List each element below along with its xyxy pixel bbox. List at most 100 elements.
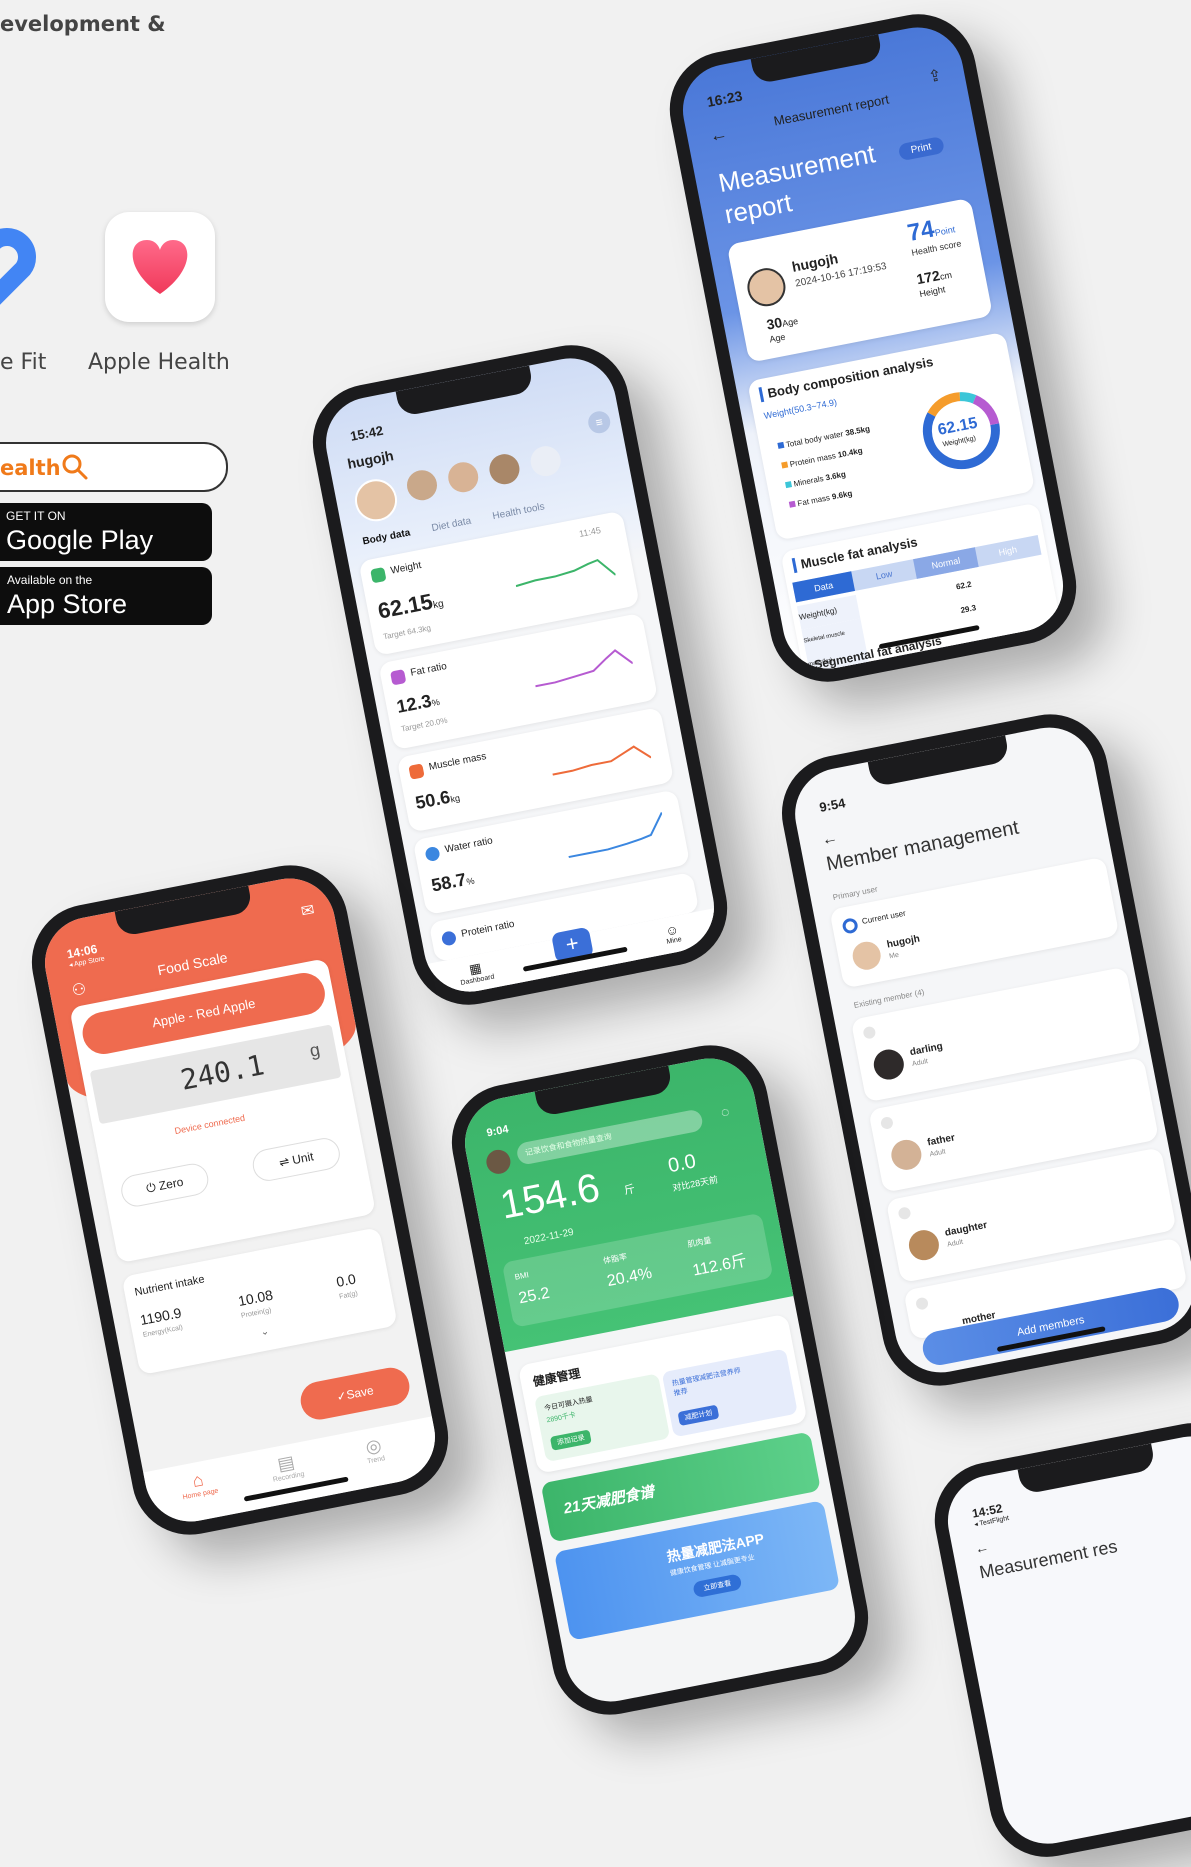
primary-label: Primary user [832,884,879,903]
nav-mine[interactable]: ☺ Mine [663,921,682,946]
google-play-small: GET IT ON [6,509,66,523]
promo-headline: evelopment & [0,12,166,36]
apple-health-app-icon[interactable] [105,212,215,322]
save-button[interactable]: ✓Save [297,1364,413,1423]
avatar [445,459,481,495]
google-play-big: Google Play [6,525,154,555]
header-user: hugojh [346,447,395,472]
metric-target: Target 20.0% [400,715,449,734]
status-time: 9:54 [818,795,847,815]
device-status: Device connected [173,1112,246,1137]
google-play-button[interactable]: GET IT ON Google Play [0,503,212,561]
muscle-sparkline [552,745,652,776]
app-store-big: App Store [7,589,128,619]
metric-name: Weight [389,559,423,577]
member-name: darling [908,1041,944,1059]
protein-value: 10.08 [236,1286,275,1310]
metric-name: Fat ratio [409,660,448,679]
phone-dashboard: 15:42 hugojh ≡ Body data Diet data Healt… [302,335,738,1015]
current-user-label: Current user [861,908,907,926]
chevron-down-icon[interactable]: ⌄ [260,1326,270,1338]
member-name: daughter [944,1219,989,1239]
avatar [850,939,884,973]
menu-icon[interactable]: ≡ [586,409,613,436]
section-title: Body composition analysis [758,353,935,403]
radio-icon [897,1206,912,1221]
fat-icon [389,669,407,686]
heart-icon [132,240,188,294]
zero-button[interactable]: ⏻ Zero [118,1160,212,1210]
fat-label: Fat(g) [338,1290,359,1301]
avatar [744,264,789,310]
phone-green-app: 9:04 记录饮食和食物热量查询 ◌ 154.6 斤 0.0 对比28天前 20… [441,1035,879,1725]
print-button[interactable]: Print [897,136,945,162]
age-value: 30Age Age [765,314,799,345]
avatar [871,1046,907,1083]
avatar [486,451,523,487]
apple-health-label: Apple Health [88,350,230,375]
phone-member-management: 9:54 ← Member management Primary user Cu… [771,704,1191,1396]
member-role: Adult [911,1058,929,1068]
scale-card: Apple - Red Apple 240.1 g Device connect… [69,958,377,1264]
weight-icon [370,566,387,584]
current-user-card[interactable]: Current user hugojh Me [829,856,1120,989]
bottom-nav: ⌂ Home page ▤ Recording ◎ Trend [143,1416,443,1530]
avatar [888,1137,924,1173]
avatar [528,443,564,479]
member-name: father [926,1132,956,1149]
water-icon [424,845,441,863]
back-arrow-icon[interactable]: ← [973,1538,990,1556]
tab-body-data[interactable]: Body data [362,527,412,547]
metric-value: 58.7% [429,869,476,896]
member-role: Adult [929,1148,947,1159]
metric-name: Protein ratio [460,918,516,940]
app-store-small: Available on the [7,573,93,587]
section-title: 健康管理 [531,1366,582,1390]
avatar [404,467,440,503]
recommend-panel[interactable]: 热量管理减肥法营养师推荐 减肥计划 [661,1348,798,1438]
tab-health-tools[interactable]: Health tools [492,501,546,522]
status-time: 15:42 [348,422,385,444]
metric-value: 12.3% [394,690,441,717]
avatar [351,475,401,525]
back-arrow-icon[interactable]: ← [708,123,730,147]
height-value: 172cm Height [915,267,953,300]
tab-diet-data[interactable]: Diet data [431,516,472,534]
phone-measurement-partial: 14:52 ◂ TestFlight ← Measurement res [924,1413,1191,1867]
report-heading: Measurement report [715,138,878,230]
metric-value: 62.15kg [375,588,445,624]
app-store-button[interactable]: Available on the App Store [0,567,212,625]
google-fit-label: e Fit [0,350,47,375]
page-title: Member management [824,816,1021,876]
metric-target: Target 64.3kg [382,623,432,642]
member-role: Me [888,951,900,961]
avatar [906,1227,942,1263]
nav-dashboard[interactable]: ▦ Dashboard [457,958,495,987]
phone-measurement-report: 16:23 ← Measurement report ⇪ Measurement… [659,4,1087,692]
search-icon[interactable] [60,452,90,482]
nutrient-title: Nutrient intake [133,1273,206,1299]
fat-value: 0.0 [334,1270,358,1290]
status-time: 16:23 [705,87,744,111]
share-icon[interactable]: ⇪ [926,65,943,87]
google-fit-app-icon[interactable] [0,212,55,322]
member-name: hugojh [885,933,921,951]
search-text: ealth [0,456,61,480]
water-sparkline [568,812,663,859]
body-composition-card: Body composition analysis Weight(50.3~74… [747,331,1036,541]
google-fit-heart-icon [0,228,36,305]
metric-time: 11:45 [578,525,602,540]
nav-trend[interactable]: ◎ Trend [363,1435,386,1466]
nav-home[interactable]: ⌂ Home page [178,1467,219,1501]
back-arrow-icon[interactable]: ← [820,829,839,850]
intake-panel[interactable]: 今日可摄入热量 2890千卡 添加记录 [533,1373,671,1463]
unit-button[interactable]: ⇌ Unit [250,1135,343,1184]
radio-icon [879,1115,894,1130]
metric-value: 50.6kg [413,786,461,814]
weight-range: Weight(50.3~74.9) [763,396,838,421]
weight-sparkline [515,558,617,588]
radio-selected-icon [841,917,859,935]
metric-name: Muscle mass [427,751,488,773]
radio-icon [915,1296,930,1311]
nav-recording[interactable]: ▤ Recording [268,1450,305,1484]
